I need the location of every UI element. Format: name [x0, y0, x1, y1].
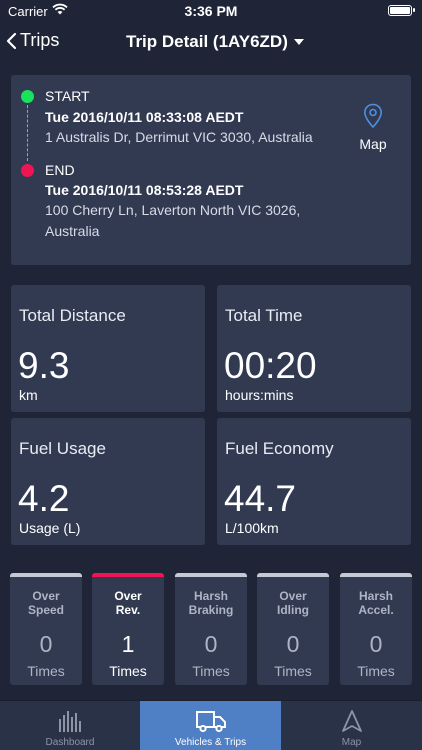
end-time: Tue 2016/10/11 08:53:28 AEDT	[45, 182, 244, 198]
stat-unit: Usage (L)	[19, 520, 81, 536]
start-time: Tue 2016/10/11 08:33:08 AEDT	[45, 109, 244, 125]
trip-route-card: START Tue 2016/10/11 08:33:08 AEDT 1 Aus…	[11, 75, 411, 265]
metric-value: 0	[39, 631, 53, 657]
metric-title: Over Rev.	[114, 589, 142, 617]
metric-title: Harsh Accel.	[358, 589, 394, 617]
stat-title: Fuel Usage	[19, 439, 106, 458]
end-address: 100 Cherry Ln, Laverton North VIC 3026, …	[45, 202, 301, 239]
page-title: Trip Detail (1AY6ZD)	[126, 32, 288, 51]
stat-title: Total Time	[225, 306, 303, 325]
map-button-label: Map	[359, 136, 387, 152]
stat-title: Total Distance	[19, 306, 126, 325]
metric-value: 0	[286, 631, 300, 657]
metric-value: 1	[121, 631, 135, 657]
metric-unit: Times	[109, 663, 147, 679]
map-button[interactable]: Map	[353, 103, 393, 152]
stat-unit: hours:mins	[225, 387, 294, 403]
stat-value: 00:20	[224, 345, 317, 386]
metric-value: 0	[369, 631, 383, 657]
start-address: 1 Australis Dr, Derrimut VIC 3030, Austr…	[45, 129, 313, 145]
metric-value: 0	[204, 631, 218, 657]
start-label: START	[45, 88, 90, 104]
end-label: END	[45, 162, 75, 178]
stat-title: Fuel Economy	[225, 439, 334, 458]
trip-selector[interactable]: Trip Detail (1AY6ZD)	[126, 32, 304, 52]
tab-label: Dashboard	[45, 737, 95, 748]
tab-vehicles-trips[interactable]: Vehicles & Trips	[140, 701, 281, 750]
tab-map[interactable]: Map	[281, 701, 422, 750]
metric-title: Over Speed	[27, 589, 64, 617]
status-bar: Carrier 3:36 PM	[0, 0, 422, 22]
over-idling-card[interactable]: Over Idling 0 Times	[257, 573, 329, 685]
navigation-bar: Trips Trip Detail (1AY6ZD)	[0, 22, 422, 66]
stat-value: 44.7	[224, 478, 297, 519]
metric-unit: Times	[192, 663, 230, 679]
total-distance-card: Total Distance 9.3 km	[11, 285, 205, 412]
clock: 3:36 PM	[184, 3, 238, 19]
stat-value: 4.2	[18, 478, 70, 519]
total-time-card: Total Time 00:20 hours:mins	[217, 285, 411, 412]
route-connector	[27, 105, 28, 161]
truck-icon	[140, 709, 281, 733]
back-button-label: Trips	[20, 30, 60, 50]
caret-down-icon	[293, 39, 304, 45]
fuel-economy-card: Fuel Economy 44.7 L/100km	[217, 418, 411, 545]
bar-chart-icon	[0, 709, 140, 733]
metric-title: Over Idling	[277, 589, 309, 617]
tab-bar: Dashboard Vehicles & Trips Map	[0, 700, 422, 750]
start-marker-icon	[21, 90, 34, 103]
chevron-left-icon	[6, 32, 17, 49]
metric-title: Harsh Braking	[188, 589, 234, 617]
over-rev-card[interactable]: Over Rev. 1 Times	[92, 573, 164, 685]
metric-unit: Times	[357, 663, 395, 679]
tab-label: Vehicles & Trips	[174, 737, 247, 748]
stat-value: 9.3	[18, 345, 70, 386]
over-speed-card[interactable]: Over Speed 0 Times	[10, 573, 82, 685]
fuel-usage-card: Fuel Usage 4.2 Usage (L)	[11, 418, 205, 545]
stat-unit: L/100km	[225, 520, 279, 536]
stat-unit: km	[19, 387, 38, 403]
map-pin-icon	[363, 103, 383, 129]
metric-unit: Times	[274, 663, 312, 679]
end-marker-icon	[21, 164, 34, 177]
navigation-arrow-icon	[281, 709, 422, 733]
metric-unit: Times	[27, 663, 65, 679]
tab-label: Map	[341, 737, 362, 748]
tab-dashboard[interactable]: Dashboard	[0, 701, 140, 750]
back-button[interactable]: Trips	[6, 30, 59, 51]
harsh-braking-card[interactable]: Harsh Braking 0 Times	[175, 573, 247, 685]
battery-icon	[388, 5, 415, 16]
harsh-accel-card[interactable]: Harsh Accel. 0 Times	[340, 573, 412, 685]
